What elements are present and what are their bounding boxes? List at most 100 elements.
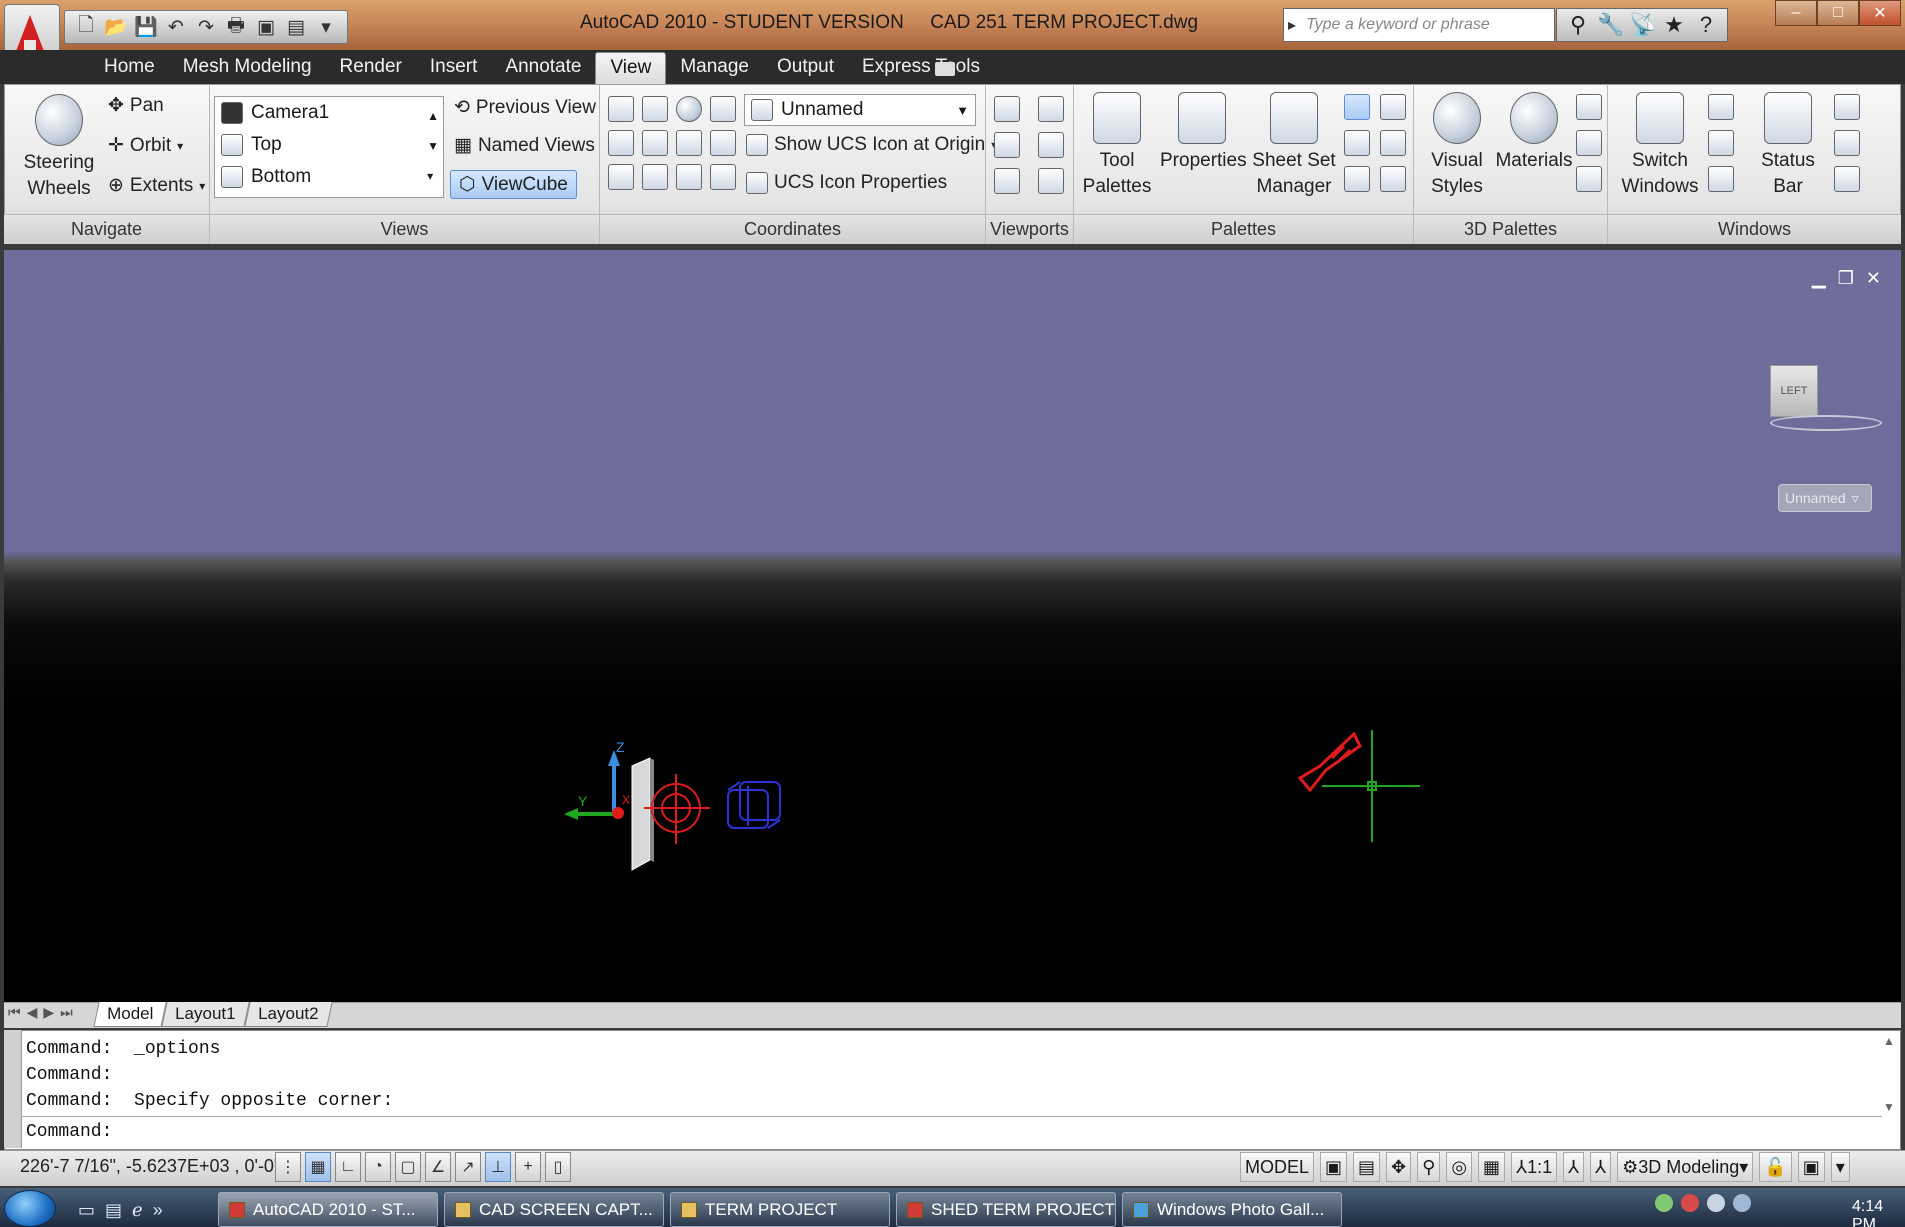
calculator-icon[interactable] bbox=[1380, 130, 1406, 156]
more-icon[interactable]: » bbox=[153, 1200, 163, 1221]
named-views-list[interactable]: Camera1 Top Bottom ▲ ▼ ▾ bbox=[214, 96, 444, 198]
named-viewports-icon[interactable] bbox=[994, 168, 1020, 194]
extents-button[interactable]: ⊕ Extents ▾ bbox=[108, 174, 205, 197]
undo-icon[interactable]: ↶ bbox=[163, 14, 189, 40]
pan-status-icon[interactable]: ✥ bbox=[1386, 1152, 1412, 1182]
quick-view-layouts-icon[interactable]: ▣ bbox=[1320, 1152, 1348, 1182]
hardware-acceleration-icon[interactable]: ▣ bbox=[1797, 1152, 1825, 1182]
sheet-set-manager-button[interactable]: Sheet Set Manager bbox=[1252, 92, 1336, 200]
viewport-config-icon[interactable] bbox=[994, 96, 1020, 122]
favorites-icon[interactable]: ★ bbox=[1661, 12, 1687, 38]
clean-screen-icon[interactable]: ▾ bbox=[1830, 1152, 1850, 1182]
minimize-button[interactable]: – bbox=[1775, 0, 1817, 26]
tab-layout1[interactable]: Layout1 bbox=[161, 1002, 250, 1027]
object-snap-icon[interactable]: ▢ bbox=[395, 1152, 421, 1182]
properties-palette-button[interactable]: Properties bbox=[1160, 92, 1247, 174]
ucs-view-icon[interactable] bbox=[608, 164, 634, 190]
text-window-icon[interactable] bbox=[1834, 166, 1860, 192]
steeringwheel-status-icon[interactable]: ◎ bbox=[1446, 1152, 1473, 1182]
next-layout-icon[interactable]: ▶ bbox=[43, 1004, 54, 1021]
plot-icon[interactable]: 🖶 bbox=[223, 14, 249, 40]
status-bar-button[interactable]: Status Bar bbox=[1754, 92, 1822, 200]
tab-annotate[interactable]: Annotate bbox=[491, 52, 595, 84]
view-item-top[interactable]: Top bbox=[215, 129, 443, 161]
ucs-origin-icon[interactable] bbox=[710, 164, 736, 190]
tab-mesh-modeling[interactable]: Mesh Modeling bbox=[169, 52, 326, 84]
named-views-button[interactable]: ▦ Named Views bbox=[454, 134, 595, 157]
3d-object-snap-icon[interactable]: ∠ bbox=[425, 1152, 451, 1182]
toolbars-icon[interactable] bbox=[1834, 130, 1860, 156]
viewcube[interactable]: LEFT bbox=[1770, 365, 1818, 417]
security-tray-icon[interactable] bbox=[1681, 1194, 1699, 1212]
taskbar-clock[interactable]: 4:14 PM bbox=[1852, 1198, 1905, 1227]
tab-insert[interactable]: Insert bbox=[416, 52, 492, 84]
command-line-toggle-icon[interactable] bbox=[1344, 94, 1370, 120]
ribbon-minimize-icon[interactable] bbox=[935, 62, 955, 76]
tab-layout2[interactable]: Layout2 bbox=[244, 1002, 332, 1027]
view-item-camera1[interactable]: Camera1 bbox=[215, 97, 443, 129]
tab-output[interactable]: Output bbox=[763, 52, 848, 84]
taskbar-item-screen-capture[interactable]: CAD SCREEN CAPT... bbox=[444, 1192, 664, 1227]
volume-tray-icon[interactable] bbox=[1733, 1194, 1751, 1212]
dynamic-ucs-icon[interactable]: ⊥ bbox=[485, 1152, 511, 1182]
annotation-scale[interactable]: ⅄ 1:1 bbox=[1511, 1152, 1558, 1182]
show-desktop-icon[interactable]: ▭ bbox=[78, 1200, 95, 1221]
clip-viewport-icon[interactable] bbox=[994, 132, 1020, 158]
zoom-status-icon[interactable]: ⚲ bbox=[1417, 1152, 1441, 1182]
workspace-icon[interactable]: ▤ bbox=[283, 14, 309, 40]
cascade-icon[interactable] bbox=[1708, 166, 1734, 192]
customize-qat-icon[interactable]: ▾ bbox=[313, 14, 339, 40]
taskbar-item-term-project[interactable]: TERM PROJECT bbox=[670, 1192, 890, 1227]
viewcube-toggle-button[interactable]: ⬡ ViewCube bbox=[450, 170, 577, 199]
tile-horizontal-icon[interactable] bbox=[1708, 94, 1734, 120]
ucs-z-icon[interactable] bbox=[676, 130, 702, 156]
viewcube-compass-ring[interactable] bbox=[1770, 415, 1882, 431]
coordinates-readout[interactable]: 226'-7 7/16", -5.6237E+03 , 0'-0" bbox=[20, 1156, 280, 1177]
dbconnect-icon[interactable] bbox=[1344, 166, 1370, 192]
materials-button[interactable]: Materials bbox=[1494, 92, 1574, 174]
steering-wheels-button[interactable]: Steering Wheels bbox=[14, 94, 104, 202]
ucs-y-icon[interactable] bbox=[642, 130, 668, 156]
orbit-button[interactable]: ✛ Orbit ▾ bbox=[108, 134, 183, 157]
tab-model[interactable]: Model bbox=[93, 1002, 167, 1027]
network-tray-icon[interactable] bbox=[1655, 1194, 1673, 1212]
ucs-object-icon[interactable] bbox=[642, 164, 668, 190]
workspace-switch[interactable]: ⚙ 3D Modeling ▾ bbox=[1617, 1152, 1754, 1182]
command-input[interactable]: Command: bbox=[26, 1122, 112, 1142]
tab-home[interactable]: Home bbox=[90, 52, 169, 84]
switch-windows-button[interactable]: Switch Windows bbox=[1614, 92, 1706, 200]
tab-manage[interactable]: Manage bbox=[666, 52, 763, 84]
pencil-icon[interactable] bbox=[1834, 94, 1860, 120]
binoculars-icon[interactable]: ⚲ bbox=[1565, 12, 1591, 38]
redo-icon[interactable]: ↷ bbox=[193, 14, 219, 40]
markup-set-icon[interactable] bbox=[1344, 130, 1370, 156]
prev-layout-icon[interactable]: ◀ bbox=[27, 1004, 38, 1021]
browser-icon[interactable]: ℯ bbox=[132, 1200, 143, 1221]
showmotion-icon[interactable]: ▦ bbox=[1478, 1152, 1506, 1182]
last-layout-icon[interactable]: ⏭ bbox=[60, 1004, 73, 1021]
previous-view-button[interactable]: ⟲ Previous View bbox=[454, 96, 596, 119]
tool-palettes-button[interactable]: Tool Palettes bbox=[1080, 92, 1154, 200]
tab-express-tools[interactable]: Express Tools bbox=[848, 52, 994, 84]
render-settings-icon[interactable] bbox=[1576, 130, 1602, 156]
pan-button[interactable]: ✥ Pan bbox=[108, 94, 164, 117]
command-scrollbar[interactable]: ▲ ▼ bbox=[1880, 1034, 1898, 1114]
ucs-x-icon[interactable] bbox=[608, 130, 634, 156]
new-file-icon[interactable]: 🗋 bbox=[73, 14, 99, 40]
ucs-face-icon[interactable] bbox=[676, 96, 702, 122]
snap-mode-icon[interactable]: ⋮ bbox=[275, 1152, 301, 1182]
drawing-viewport[interactable]: ▁ ❐ ✕ Z Y X bbox=[4, 250, 1901, 1002]
power-tray-icon[interactable] bbox=[1707, 1194, 1725, 1212]
join-viewport-icon[interactable] bbox=[1038, 132, 1064, 158]
advanced-render-icon[interactable] bbox=[1576, 166, 1602, 192]
viewcube-ucs-menu[interactable]: Unnamed ▿ bbox=[1778, 484, 1872, 512]
publish-icon[interactable]: ▣ bbox=[253, 14, 279, 40]
help-icon[interactable]: ? bbox=[1693, 12, 1719, 38]
command-window-grip[interactable] bbox=[4, 1030, 22, 1148]
first-layout-icon[interactable]: ⏮ bbox=[8, 1004, 21, 1021]
quick-view-drawings-icon[interactable]: ▤ bbox=[1353, 1152, 1381, 1182]
lock-icon[interactable]: 🔓 bbox=[1759, 1152, 1792, 1182]
viewport-layout-icon[interactable] bbox=[1038, 168, 1064, 194]
model-space-toggle[interactable]: MODEL bbox=[1240, 1152, 1315, 1182]
lineweight-icon[interactable]: ▯ bbox=[545, 1152, 571, 1182]
